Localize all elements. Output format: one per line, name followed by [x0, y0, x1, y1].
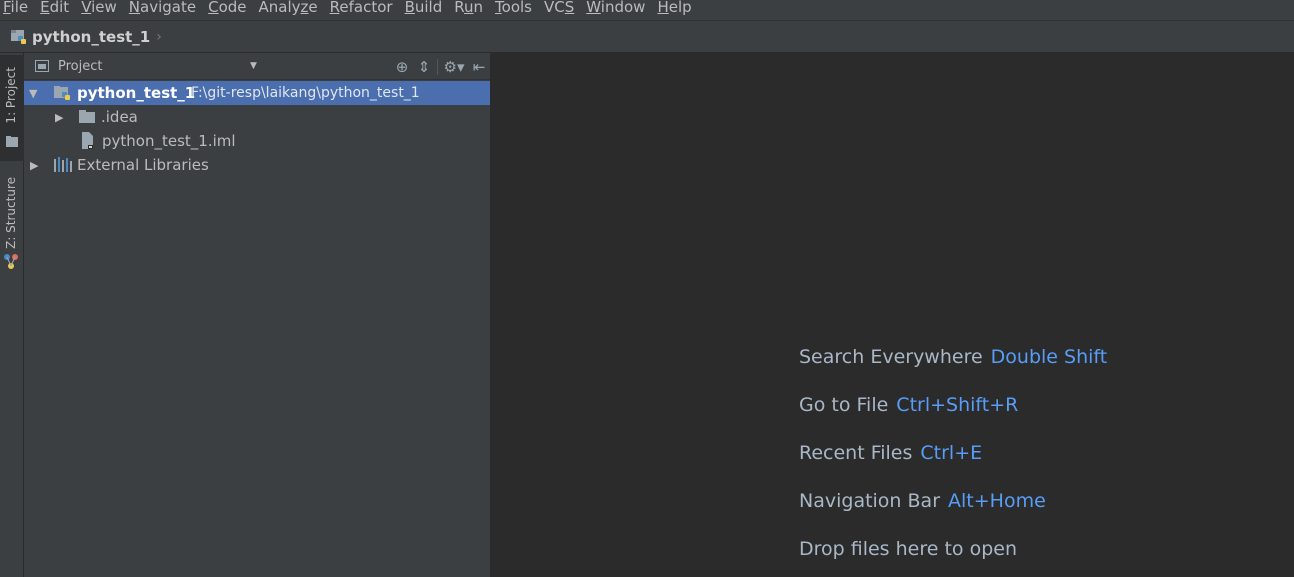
hint-drop-files: Drop files here to open [799, 538, 1017, 560]
chevron-down-icon[interactable]: ▼ [250, 61, 257, 71]
menu-analyze[interactable]: Analyze [254, 0, 325, 15]
menu-tools[interactable]: Tools [490, 0, 539, 15]
python-project-icon [54, 86, 70, 100]
menu-edit[interactable]: Edit [35, 0, 76, 15]
menu-bar: File Edit View Navigate Code Analyze Ref… [0, 0, 1294, 20]
python-project-icon [11, 29, 26, 44]
hint-recent-files: Recent Files Ctrl+E [799, 442, 982, 464]
menu-window[interactable]: Window [581, 0, 652, 15]
hint-label: Navigation Bar [799, 490, 941, 512]
menu-file[interactable]: File [0, 0, 35, 15]
breadcrumb: python_test_1 › [0, 20, 1294, 53]
hint-search-everywhere: Search Everywhere Double Shift [799, 346, 1107, 368]
project-tool-button[interactable]: 1: Project [0, 55, 24, 161]
hint-go-to-file: Go to File Ctrl+Shift+R [799, 394, 1018, 416]
hide-panel-icon[interactable]: ⇤ [468, 56, 490, 78]
structure-tab-label: Z: Structure [4, 177, 18, 249]
hint-shortcut: Double Shift [990, 346, 1108, 368]
project-tree: ▼ python_test_1 F:\git-resp\laikang\pyth… [24, 81, 490, 177]
hint-label: Search Everywhere [799, 346, 983, 368]
breadcrumb-project[interactable]: python_test_1 [32, 28, 150, 46]
menu-build[interactable]: Build [400, 0, 450, 15]
project-root-path: F:\git-resp\laikang\python_test_1 [191, 85, 420, 101]
tree-item-label: python_test_1.iml [102, 132, 236, 150]
expand-arrow-icon[interactable]: ▶ [55, 111, 63, 124]
menu-view[interactable]: View [76, 0, 124, 15]
hint-label: Go to File [799, 394, 889, 416]
folder-icon [6, 136, 18, 147]
hint-shortcut: Alt+Home [948, 490, 1046, 512]
menu-refactor[interactable]: Refactor [325, 0, 400, 15]
project-root-label: python_test_1 [77, 84, 196, 102]
structure-tool-button[interactable]: Z: Structure [0, 171, 24, 275]
expand-arrow-icon[interactable]: ▼ [29, 87, 37, 100]
structure-icon [4, 254, 18, 269]
toolbar-separator [437, 58, 438, 75]
hint-label: Recent Files [799, 442, 913, 464]
project-tab-label: 1: Project [4, 67, 18, 124]
tree-item-label: .idea [101, 108, 138, 126]
tree-item-label: External Libraries [77, 156, 209, 174]
project-panel-header: Project ▼ ⊕ ⇕ ⚙▾ ⇤ [24, 53, 490, 80]
hint-label: Drop files here to open [799, 538, 1018, 560]
project-panel: Project ▼ ⊕ ⇕ ⚙▾ ⇤ ▼ python_test_1 F:\gi… [24, 53, 490, 577]
locate-icon[interactable]: ⊕ [391, 56, 413, 78]
menu-help[interactable]: Help [652, 0, 698, 15]
menu-vcs[interactable]: VCS [539, 0, 581, 15]
collapse-all-icon[interactable]: ⇕ [413, 56, 435, 78]
tree-row-project-root[interactable]: ▼ python_test_1 F:\git-resp\laikang\pyth… [24, 81, 490, 105]
tree-row-idea[interactable]: ▶ .idea [24, 105, 490, 129]
tool-window-strip: 1: Project Z: Structure [0, 53, 24, 577]
menu-run[interactable]: Run [449, 0, 490, 15]
hint-navigation-bar: Navigation Bar Alt+Home [799, 490, 1046, 512]
expand-arrow-icon[interactable]: ▶ [30, 159, 38, 172]
module-file-icon [82, 132, 93, 149]
folder-icon [79, 110, 95, 123]
hint-shortcut: Ctrl+Shift+R [896, 394, 1019, 416]
menu-navigate[interactable]: Navigate [124, 0, 203, 15]
hint-shortcut: Ctrl+E [920, 442, 983, 464]
editor-area[interactable]: Search Everywhere Double Shift Go to File… [490, 53, 1294, 577]
tree-row-iml[interactable]: python_test_1.iml [24, 129, 490, 153]
project-view-selector[interactable]: Project [58, 59, 102, 74]
tree-row-external-libraries[interactable]: ▶ External Libraries [24, 153, 490, 177]
project-view-icon [35, 60, 49, 72]
menu-code[interactable]: Code [203, 0, 253, 15]
breadcrumb-chevron-icon: › [156, 28, 162, 45]
gear-icon[interactable]: ⚙▾ [440, 56, 468, 78]
library-icon [54, 157, 72, 172]
